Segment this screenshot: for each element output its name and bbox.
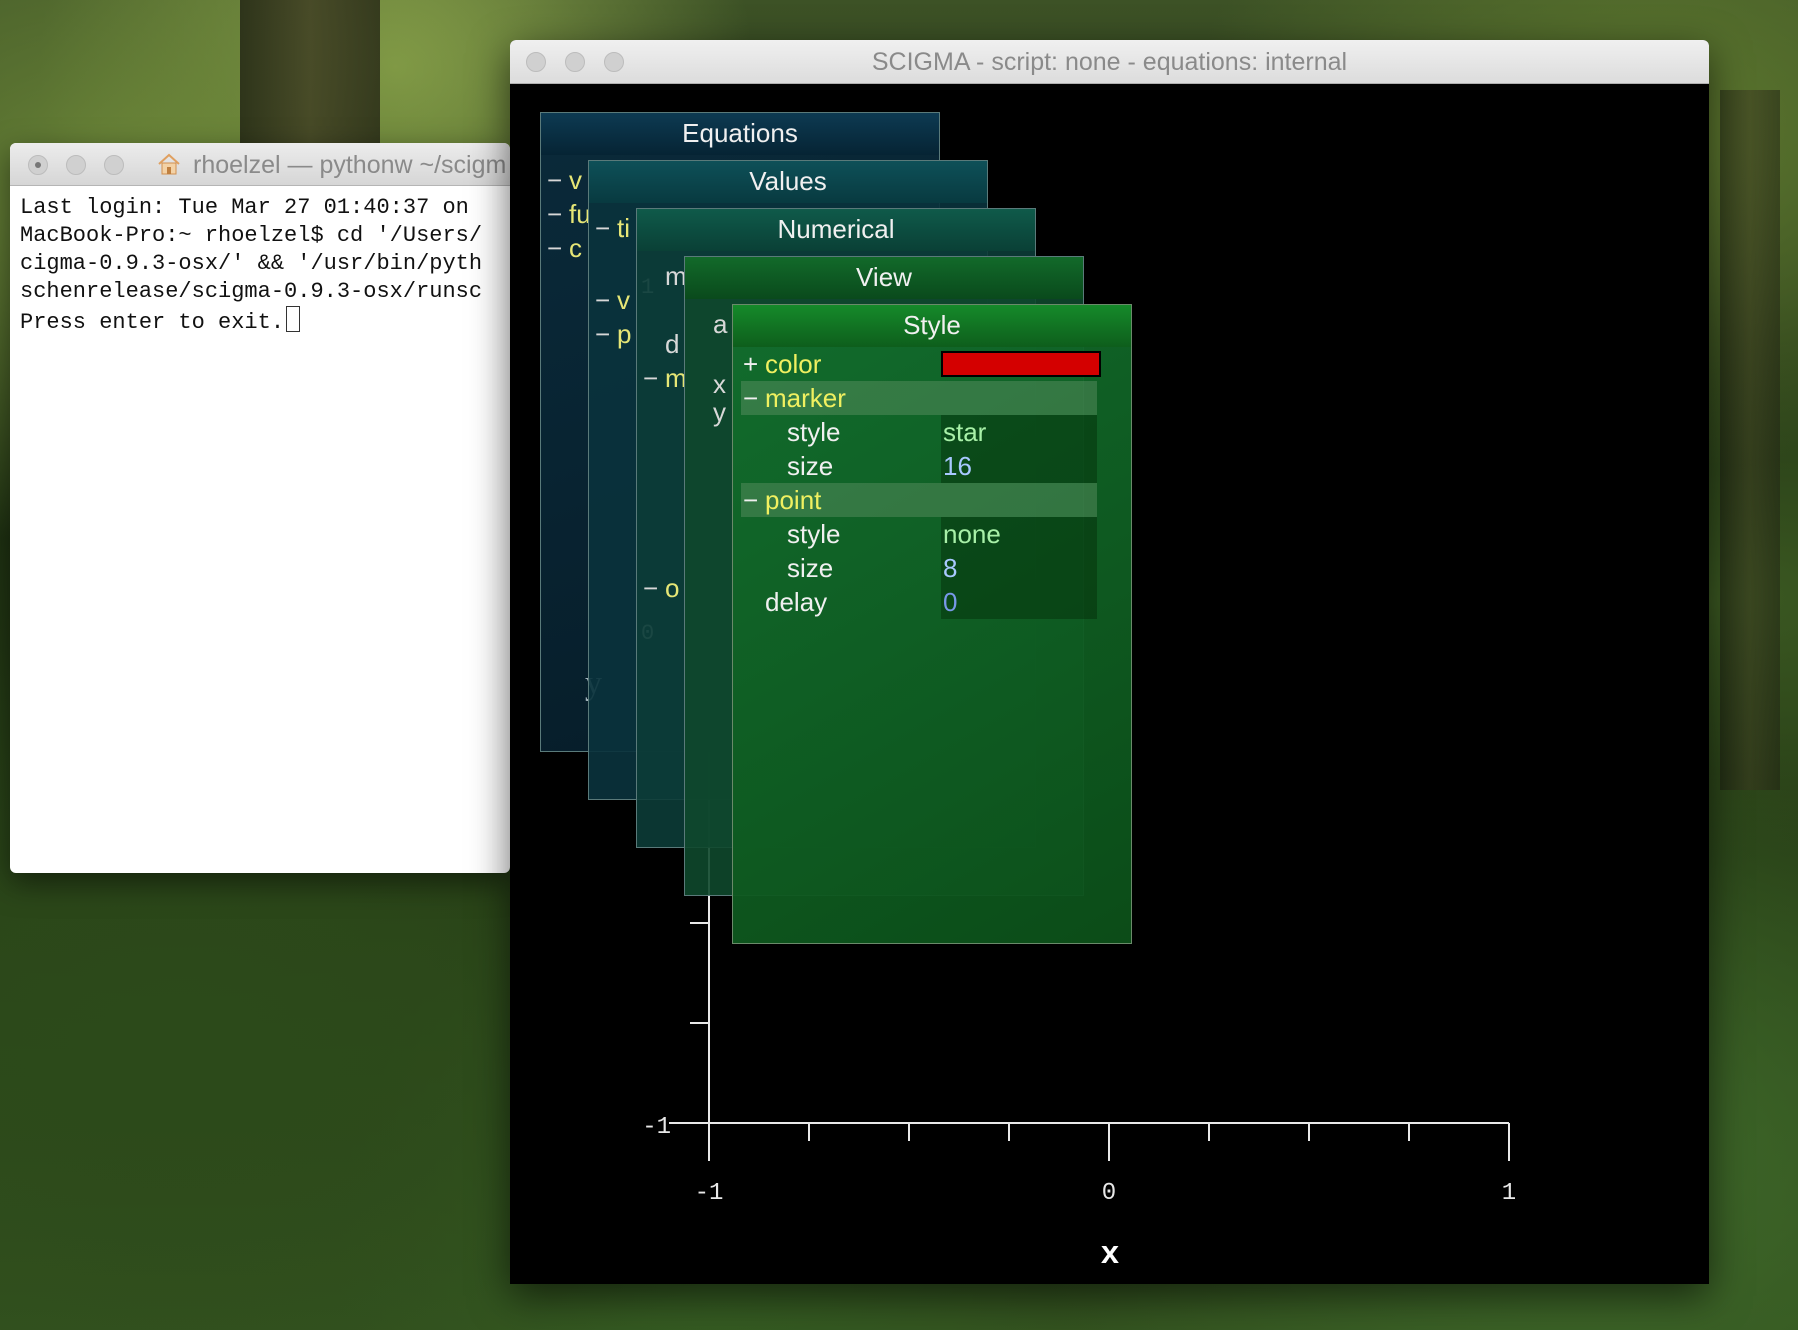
- terminal-line: cigma-0.9.3-osx/' && '/usr/bin/pyth: [20, 251, 483, 276]
- terminal-line: schenrelease/scigma-0.9.3-osx/runsc: [20, 279, 483, 304]
- scigma-window[interactable]: SCIGMA - script: none - equations: inter…: [510, 40, 1709, 1284]
- terminal-cursor: [286, 306, 301, 332]
- scigma-titlebar[interactable]: SCIGMA - script: none - equations: inter…: [510, 40, 1709, 84]
- x-tick-label: 0: [1102, 1180, 1116, 1207]
- tree-sign[interactable]: −: [595, 319, 610, 350]
- terminal-prompt-text: Press enter to exit.: [20, 310, 285, 335]
- style-row-point-style[interactable]: style none: [741, 517, 1097, 551]
- style-row-point[interactable]: − point: [741, 483, 1097, 517]
- collapse-sign[interactable]: −: [743, 483, 758, 517]
- x-tick-label: -1: [695, 1180, 724, 1207]
- tree-sign[interactable]: −: [643, 363, 658, 394]
- style-row-marker-size[interactable]: size 16: [741, 449, 1097, 483]
- panel-title[interactable]: Numerical: [637, 209, 1035, 251]
- x-axis-ticks: [708, 1123, 1510, 1161]
- style-row-delay[interactable]: delay 0: [741, 585, 1097, 619]
- style-key-marker-size: size: [787, 451, 834, 481]
- terminal-line: MacBook-Pro:~ rhoelzel$ cd '/Users/: [20, 223, 483, 248]
- terminal-window[interactable]: rhoelzel — pythonw ~/scigm Last login: T…: [10, 143, 510, 873]
- tree-item-label[interactable]: v: [569, 165, 582, 196]
- point-style-value[interactable]: none: [941, 517, 1097, 551]
- home-icon: [158, 153, 180, 175]
- style-key-marker: marker: [765, 383, 846, 413]
- terminal-output[interactable]: Last login: Tue Mar 27 01:40:37 on MacBoo…: [10, 186, 510, 345]
- x-tick-label: 1: [1502, 1180, 1516, 1207]
- marker-size-value[interactable]: 16: [941, 449, 1097, 483]
- panel-title[interactable]: View: [685, 257, 1083, 299]
- expand-sign[interactable]: +: [743, 347, 758, 381]
- tree-item-label[interactable]: v: [617, 285, 630, 316]
- style-key-color: color: [765, 349, 822, 379]
- tree-sign[interactable]: −: [643, 573, 658, 604]
- tree-item-label[interactable]: x: [713, 369, 726, 400]
- terminal-title: rhoelzel — pythonw ~/scigm: [193, 151, 507, 179]
- tree-item-label[interactable]: o: [665, 573, 679, 604]
- style-key-marker-style: style: [787, 417, 841, 447]
- panel-title[interactable]: Style: [733, 305, 1131, 347]
- tree-sign[interactable]: −: [595, 213, 610, 244]
- style-key-point: point: [765, 485, 822, 515]
- tree-item-label[interactable]: ti: [617, 213, 630, 244]
- color-swatch[interactable]: [941, 351, 1101, 377]
- style-key-delay: delay: [765, 587, 828, 617]
- point-size-value[interactable]: 8: [941, 551, 1097, 585]
- style-key-point-size: size: [787, 553, 834, 583]
- style-row-color[interactable]: + color: [741, 347, 1101, 381]
- tree-item-label[interactable]: d: [665, 329, 679, 360]
- tree-sign[interactable]: −: [547, 199, 562, 230]
- terminal-titlebar[interactable]: rhoelzel — pythonw ~/scigm: [10, 143, 510, 186]
- style-row-marker-style[interactable]: style star: [741, 415, 1097, 449]
- tree-sign[interactable]: −: [547, 233, 562, 264]
- minimize-button[interactable]: [66, 155, 86, 175]
- marker-style-value[interactable]: star: [941, 415, 1097, 449]
- tree-sign[interactable]: −: [595, 285, 610, 316]
- y-tick-label: -1: [642, 1114, 671, 1141]
- terminal-line: Press enter to exit.: [20, 306, 500, 337]
- tree-item-label[interactable]: c: [569, 233, 582, 264]
- zoom-button[interactable]: [104, 155, 124, 175]
- background-tree-trunk: [240, 0, 380, 150]
- tree-item-label[interactable]: p: [617, 319, 631, 350]
- style-key-point-style: style: [787, 519, 841, 549]
- panel-title[interactable]: Values: [589, 161, 987, 203]
- terminal-line: Last login: Tue Mar 27 01:40:37 on: [20, 195, 469, 220]
- close-button[interactable]: [28, 155, 48, 175]
- tree-sign[interactable]: −: [547, 165, 562, 196]
- delay-value[interactable]: 0: [941, 585, 1097, 619]
- panel-title[interactable]: Equations: [541, 113, 939, 155]
- tree-item-label[interactable]: y: [713, 397, 726, 428]
- collapse-sign[interactable]: −: [743, 381, 758, 415]
- style-row-point-size[interactable]: size 8: [741, 551, 1097, 585]
- x-axis-label: x: [1100, 1236, 1119, 1273]
- background-tree-trunk: [1720, 90, 1780, 790]
- window-title: SCIGMA - script: none - equations: inter…: [871, 48, 1348, 76]
- style-row-marker[interactable]: − marker: [741, 381, 1097, 415]
- style-panel[interactable]: Style + color − marker style star size 1…: [732, 304, 1132, 944]
- tree-item-label[interactable]: a: [713, 309, 727, 340]
